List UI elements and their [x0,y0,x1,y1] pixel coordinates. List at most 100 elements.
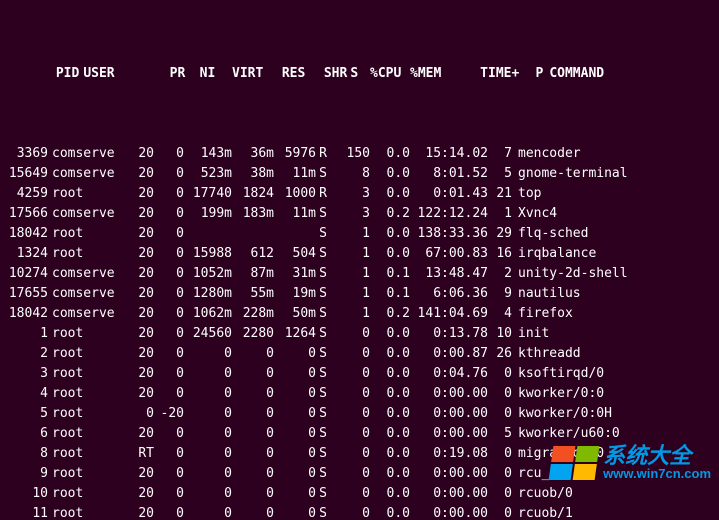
cell-user: comserve [48,304,124,324]
cell-p: 2 [488,264,512,284]
cell-p: 10 [488,324,512,344]
cell-user: root [48,324,124,344]
cell-s: S [316,324,330,344]
col-mem: %MEM [401,64,441,84]
cell-s: S [316,204,330,224]
cell-res: 0 [232,364,274,384]
cell-time: 67:00.83 [410,244,488,264]
cell-p: 9 [488,284,512,304]
cell-mem: 0.0 [370,324,410,344]
watermark-title: 系统大全 [603,445,711,467]
cell-cmd: Xvnc4 [512,204,557,224]
cell-time: 15:14.02 [410,144,488,164]
cell-pid: 15649 [6,164,48,184]
cell-cpu: 0 [330,484,370,504]
cell-virt: 0 [184,484,232,504]
cell-mem: 0.0 [370,224,410,244]
col-ni: NI [185,64,215,84]
cell-s: S [316,304,330,324]
cell-virt: 0 [184,344,232,364]
cell-mem: 0.0 [370,164,410,184]
cell-pr: 20 [124,364,154,384]
cell-time: 141:04.69 [410,304,488,324]
cell-user: root [48,244,124,264]
cell-ni: 0 [154,264,184,284]
cell-user: comserve [48,284,124,304]
cell-p: 0 [488,464,512,484]
cell-shr: 0 [274,404,316,424]
col-pid: PID [37,64,79,84]
cell-virt: 1062m [184,304,232,324]
cell-user: root [48,504,124,520]
col-res: RES [263,64,305,84]
cell-user: root [48,344,124,364]
cell-res: 612 [232,244,274,264]
cell-ni: 0 [154,484,184,504]
cell-pid: 10274 [6,264,48,284]
cell-user: root [48,384,124,404]
cell-cmd: gnome-terminal [512,164,628,184]
cell-cpu: 0 [330,384,370,404]
cell-p: 0 [488,404,512,424]
watermark-url: www.win7cn.com [603,467,711,480]
cell-cmd: kworker/u60:0 [512,424,620,444]
cell-ni: 0 [154,464,184,484]
cell-pid: 4259 [6,184,48,204]
process-row: 1324root20015988612504S10.067:00.8316irq… [6,244,713,264]
cell-cpu: 0 [330,424,370,444]
cell-virt: 0 [184,404,232,424]
col-virt: VIRT [215,64,263,84]
cell-p: 5 [488,424,512,444]
col-shr: SHR [305,64,347,84]
cell-cmd: top [512,184,541,204]
cell-p: 29 [488,224,512,244]
cell-s: R [316,144,330,164]
cell-shr: 31m [274,264,316,284]
cell-p: 0 [488,384,512,404]
cell-p: 26 [488,344,512,364]
cell-shr: 50m [274,304,316,324]
cell-ni: 0 [154,344,184,364]
cell-virt: 0 [184,384,232,404]
cell-cpu: 150 [330,144,370,164]
cell-res: 0 [232,484,274,504]
cell-shr: 0 [274,464,316,484]
cell-virt: 0 [184,504,232,520]
cell-ni: 0 [154,144,184,164]
cell-pr: 20 [124,324,154,344]
cell-res: 38m [232,164,274,184]
cell-user: root [48,424,124,444]
cell-virt: 0 [184,464,232,484]
cell-virt: 1052m [184,264,232,284]
cell-cpu: 1 [330,284,370,304]
cell-ni: 0 [154,424,184,444]
cell-pid: 1 [6,324,48,344]
cell-pr: 20 [124,144,154,164]
process-row: 18042root200S10.0138:33.3629flq-sched [6,224,713,244]
cell-shr: 0 [274,364,316,384]
cell-ni: 0 [154,164,184,184]
cell-mem: 0.2 [370,304,410,324]
cell-pid: 18042 [6,304,48,324]
cell-cmd: kworker/0:0H [512,404,612,424]
cell-pr: 20 [124,264,154,284]
cell-pr: 20 [124,304,154,324]
cell-res: 0 [232,344,274,364]
cell-pr: 20 [124,424,154,444]
cell-p: 21 [488,184,512,204]
cell-user: root [48,444,124,464]
cell-time: 6:06.36 [410,284,488,304]
cell-time: 0:01.43 [410,184,488,204]
process-row: 17655comserve2001280m55m19mS10.16:06.369… [6,284,713,304]
cell-s: S [316,284,330,304]
cell-cpu: 1 [330,244,370,264]
cell-time: 13:48.47 [410,264,488,284]
cell-user: root [48,184,124,204]
cell-cmd: mencoder [512,144,581,164]
cell-shr: 0 [274,424,316,444]
cell-shr: 0 [274,384,316,404]
cell-p: 7 [488,144,512,164]
cell-pr: 20 [124,184,154,204]
cell-cmd: nautilus [512,284,581,304]
cell-shr: 0 [274,504,316,520]
